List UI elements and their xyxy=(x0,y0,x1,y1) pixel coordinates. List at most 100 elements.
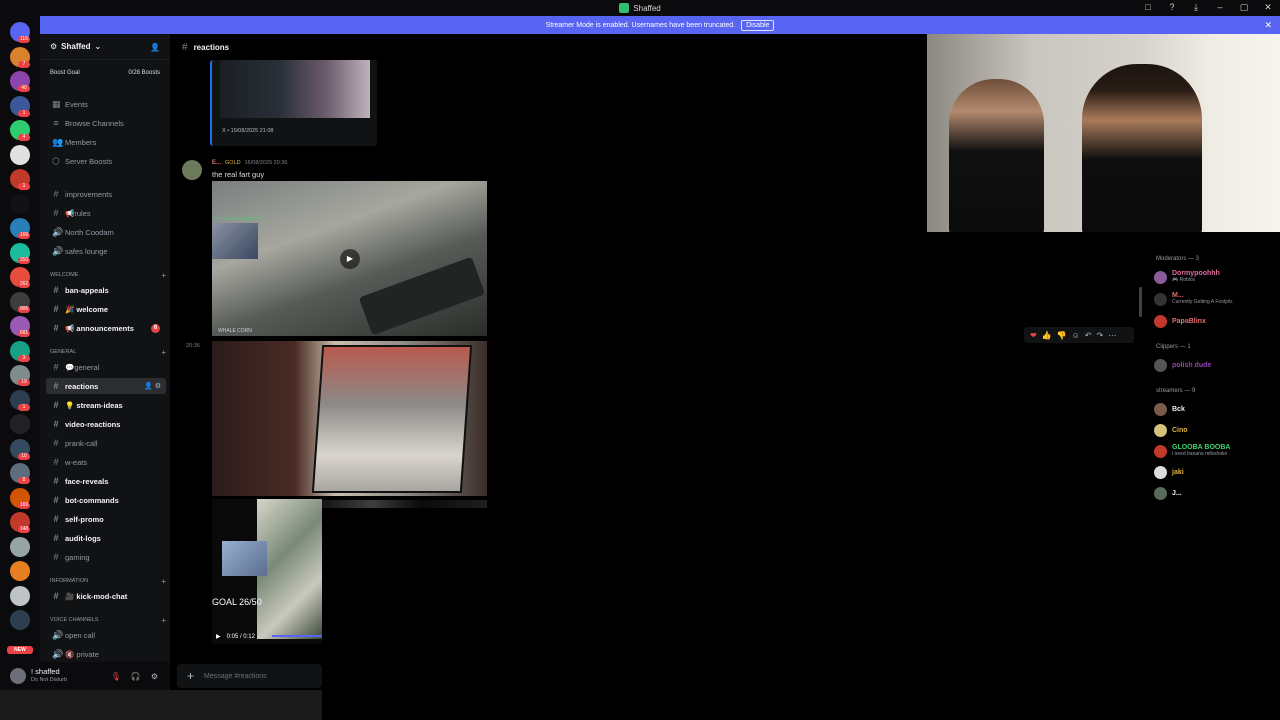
member-item[interactable]: GLOOBA BOOBA i need banana milkshake xyxy=(1154,442,1276,460)
avatar[interactable] xyxy=(1154,358,1167,372)
channel-item[interactable]: # 🎥 kick-mod-chat xyxy=(46,588,166,604)
maximize-icon[interactable]: ▢ xyxy=(1238,2,1250,13)
channel-item[interactable]: # 📢 announcements 6 xyxy=(46,320,166,336)
download-icon[interactable]: ⤓ xyxy=(1190,2,1202,13)
category-general[interactable]: GENERAL + xyxy=(50,346,166,358)
add-reaction-icon[interactable]: ☺ xyxy=(1072,331,1080,340)
avatar[interactable] xyxy=(1154,423,1167,437)
video-progress-bar[interactable] xyxy=(272,635,322,637)
minimize-icon[interactable]: – xyxy=(1214,2,1226,13)
channel-item[interactable]: 🔊 safes lounge xyxy=(46,243,166,259)
server-icon[interactable] xyxy=(10,193,30,214)
add-channel-icon[interactable]: + xyxy=(161,616,166,625)
avatar[interactable] xyxy=(1154,402,1167,416)
add-attachment-icon[interactable]: + xyxy=(187,669,194,683)
category-welcome[interactable]: WELCOME + xyxy=(50,269,166,281)
thumbs-up-icon[interactable]: 👍 xyxy=(1042,331,1052,340)
channel-item[interactable]: # self-promo xyxy=(46,511,166,527)
disable-streamer-mode-button[interactable]: Disable xyxy=(741,19,775,31)
server-mention-badge: 1 xyxy=(18,183,30,190)
message-scrollbar[interactable] xyxy=(1139,287,1142,317)
avatar[interactable] xyxy=(10,668,26,684)
heart-reaction-icon[interactable]: ❤ xyxy=(1030,331,1037,340)
channel-item[interactable]: # prank-call xyxy=(46,435,166,451)
avatar[interactable] xyxy=(1154,486,1167,500)
gear-icon[interactable]: ⚙ xyxy=(151,672,158,681)
boost-goal[interactable]: Boost Goal 0/28 Boosts xyxy=(46,64,164,82)
thumbs-down-icon[interactable]: 👎 xyxy=(1057,331,1067,340)
channel-item[interactable]: # ban-appeals xyxy=(46,282,166,298)
add-channel-icon[interactable]: + xyxy=(161,577,166,586)
message-input[interactable]: Message #reactions xyxy=(204,673,267,680)
message-composer[interactable]: + Message #reactions xyxy=(177,664,322,688)
channel-item[interactable]: # 📢rules xyxy=(46,205,166,221)
message-avatar[interactable] xyxy=(182,160,202,180)
close-banner-icon[interactable]: ✕ xyxy=(1264,20,1272,31)
avatar[interactable] xyxy=(1154,444,1167,458)
member-item[interactable]: jaki xyxy=(1154,463,1276,481)
invite-icon[interactable]: 👤 xyxy=(150,43,160,52)
voice-channel-item[interactable]: 🔊 open call xyxy=(46,627,166,643)
sidebar-item-server-boosts[interactable]: ⬡ Server Boosts xyxy=(46,153,166,169)
message-author[interactable]: E... xyxy=(212,160,221,166)
channel-item[interactable]: # w-eats xyxy=(46,454,166,470)
video-attachment-1[interactable]: TRYHARD RECORD: 7.6 ▶ WHALE CORN xyxy=(212,181,487,336)
server-icon[interactable] xyxy=(10,585,30,606)
channel-item[interactable]: # video-reactions xyxy=(46,416,166,432)
add-channel-icon[interactable]: + xyxy=(161,271,166,280)
play-icon[interactable]: ▶ xyxy=(216,633,221,640)
video-attachment-2[interactable] xyxy=(212,341,487,496)
channel-item[interactable]: # face-reveals xyxy=(46,473,166,489)
channel-item[interactable]: # bot-commands xyxy=(46,492,166,508)
voice-channel-item[interactable]: 🔊 🔇 private xyxy=(46,646,166,662)
more-icon[interactable]: ⋯ xyxy=(1108,331,1116,340)
sidebar-item-events[interactable]: ▦ Events xyxy=(46,96,166,112)
hash-icon: # xyxy=(53,400,59,410)
reply-icon[interactable]: ↶ xyxy=(1085,331,1092,340)
inbox-icon[interactable]: □ xyxy=(1142,2,1154,13)
member-item[interactable]: M... Currently Getting A Footjob. xyxy=(1154,290,1276,308)
channel-item[interactable]: # audit-logs xyxy=(46,530,166,546)
channel-item[interactable]: # 💬general xyxy=(46,359,166,375)
help-icon[interactable]: ? xyxy=(1166,2,1178,13)
mute-icon[interactable]: 🎙 xyxy=(111,672,121,681)
channel-item[interactable]: 🔊 North Coodam xyxy=(46,224,166,240)
video-controls[interactable]: ▶ 0:05 / 0:12 xyxy=(216,633,255,641)
avatar[interactable] xyxy=(1154,314,1167,328)
add-channel-icon[interactable]: + xyxy=(161,348,166,357)
deafen-icon[interactable]: 🎧 xyxy=(131,672,141,681)
member-item[interactable]: PapaBlinx xyxy=(1154,312,1276,330)
channel-item-active[interactable]: # reactions 👤 ⚙ xyxy=(46,378,166,394)
member-item[interactable]: Cino xyxy=(1154,421,1276,439)
channel-item[interactable]: # improvements xyxy=(46,186,166,202)
sidebar-item-browse-channels[interactable]: ≡ Browse Channels xyxy=(46,115,166,131)
close-window-icon[interactable]: ✕ xyxy=(1262,2,1274,13)
server-icon[interactable] xyxy=(10,536,30,557)
category-information[interactable]: INFORMATION + xyxy=(50,575,166,587)
channel-item[interactable]: # 🎉 welcome xyxy=(46,301,166,317)
avatar[interactable] xyxy=(1154,270,1167,284)
embed-thumbnail[interactable] xyxy=(220,60,370,118)
play-icon[interactable]: ▶ xyxy=(340,249,360,269)
sidebar-item-members[interactable]: 👥 Members xyxy=(46,134,166,150)
channel-item[interactable]: # 💡 stream-ideas xyxy=(46,397,166,413)
member-item[interactable]: J... xyxy=(1154,484,1276,502)
forward-icon[interactable]: ↷ xyxy=(1097,331,1104,340)
server-icon[interactable] xyxy=(10,144,30,165)
server-mention-badge: 169 xyxy=(18,501,30,509)
category-voice[interactable]: VOICE CHANNELS + xyxy=(50,614,166,626)
member-item[interactable]: polish dude xyxy=(1154,356,1276,374)
link-embed[interactable]: X • 15/08/2025 21:08 xyxy=(210,60,377,146)
video-attachment-3[interactable]: GOAL 26/50 ▶ 0:05 / 0:12 xyxy=(212,499,322,644)
channel-settings-icon[interactable]: 👤 ⚙ xyxy=(144,382,161,390)
avatar[interactable] xyxy=(1154,292,1167,306)
server-icon[interactable] xyxy=(10,414,30,434)
server-icon[interactable] xyxy=(10,610,30,630)
avatar[interactable] xyxy=(1154,465,1167,479)
server-header[interactable]: ⚙ Shaffed ⌄ 👤 xyxy=(40,34,170,60)
member-item[interactable]: Bck xyxy=(1154,400,1276,418)
member-item[interactable]: Dormypoohhh 🎮 Roblox xyxy=(1154,268,1276,286)
channel-item[interactable]: # gaming xyxy=(46,549,166,565)
server-icon[interactable] xyxy=(10,561,30,581)
member-name: GLOOBA BOOBA xyxy=(1172,444,1231,451)
